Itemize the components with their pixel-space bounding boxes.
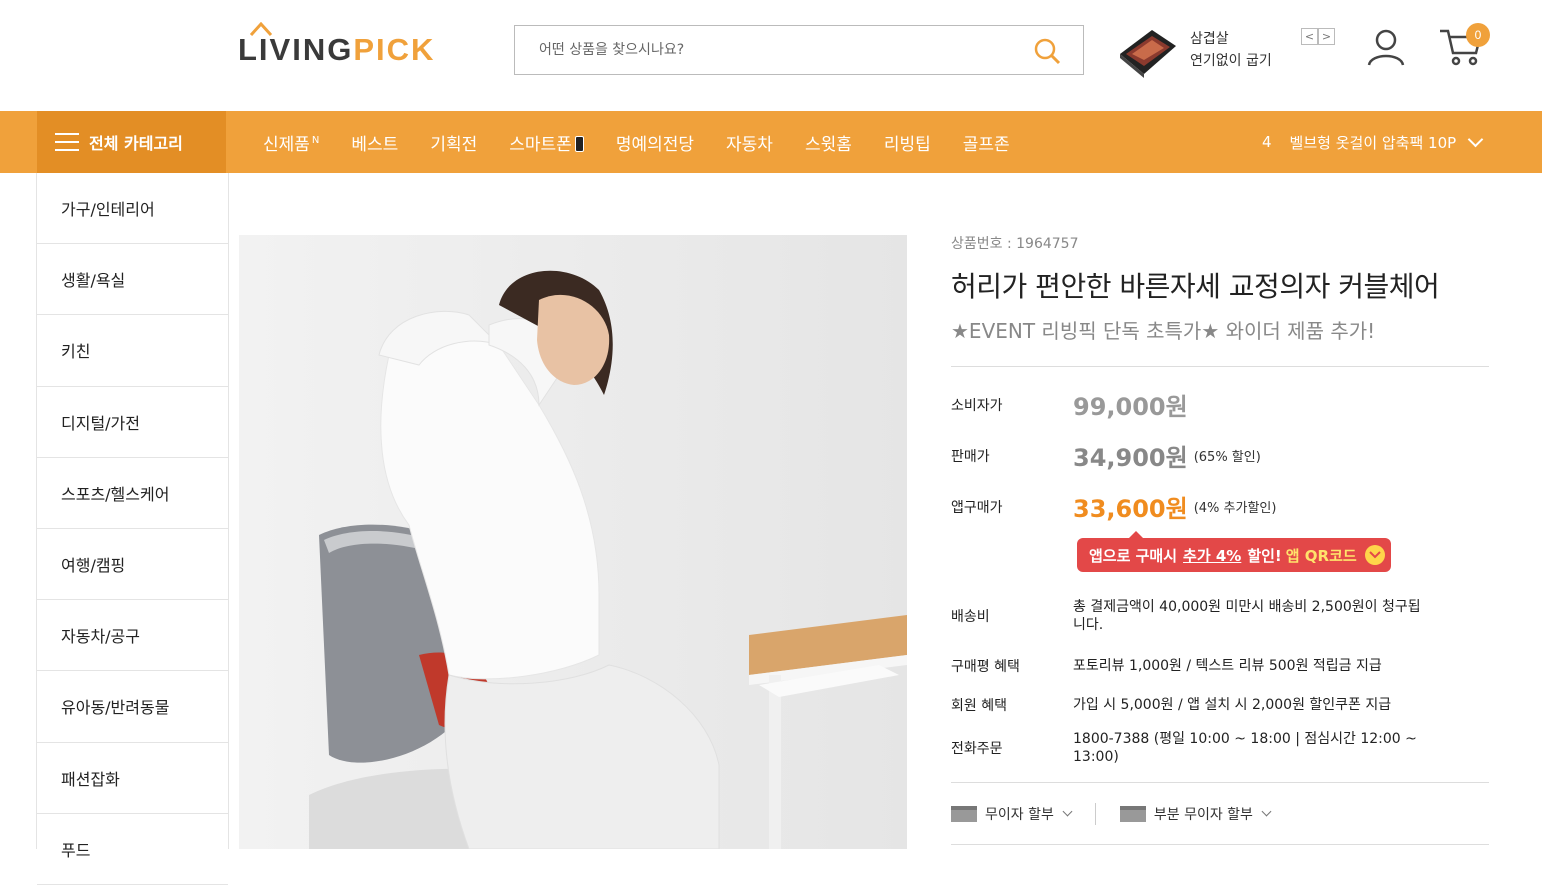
search-box	[514, 25, 1084, 75]
divider	[951, 844, 1489, 845]
chevron-down-circle-icon	[1364, 545, 1385, 565]
product-title: 허리가 편안한 바른자세 교정의자 커블체어	[951, 270, 1440, 303]
nav-item-car[interactable]: 자동차	[710, 130, 789, 155]
separator	[1094, 802, 1096, 825]
nav-item-special[interactable]: 기획전	[414, 130, 493, 155]
chevron-down-icon	[1261, 806, 1272, 817]
consumer-price-row: 소비자가 99,000원	[951, 379, 1489, 430]
roof-icon	[250, 22, 272, 36]
review-benefit-value: 포토리뷰 1,000원 / 텍스트 리뷰 500원 적립금 지급	[1073, 657, 1382, 674]
member-benefit-label: 회원 혜택	[951, 697, 1007, 714]
product-info: 상품번호 : 1964757 허리가 편안한 바른자세 교정의자 커블체어 ★E…	[951, 230, 1489, 845]
main-nav: 전체 카테고리 신제품 N 베스트 기획전 스마트폰 명예의전당 자동차 스윗홈 …	[0, 111, 1542, 173]
grill-thumbnail	[1120, 30, 1176, 78]
chevron-down-icon	[1062, 806, 1073, 817]
category-sidebar: 가구/인테리어 생활/욕실 키친 디지털/가전 스포츠/헬스케어 여행/캠핑 자…	[36, 173, 229, 885]
all-categories-button[interactable]: 전체 카테고리	[37, 111, 226, 173]
phone-icon	[574, 135, 584, 152]
sidebar-item-food[interactable]: 푸드	[37, 814, 228, 885]
logo[interactable]: LIVING PICK	[238, 22, 435, 68]
app-banner-strong: 추가 4%	[1183, 546, 1242, 565]
app-banner-prefix: 앱으로 구매시	[1089, 546, 1178, 565]
sale-discount-note: (65% 할인)	[1193, 450, 1261, 465]
nav-item-sweet-home[interactable]: 스윗홈	[789, 130, 868, 155]
app-price: 33,600원	[1073, 495, 1188, 523]
all-categories-label: 전체 카테고리	[89, 134, 183, 153]
product-subtitle: ★EVENT 리빙픽 단독 초특가★ 와이더 제품 추가!	[951, 319, 1376, 343]
product-number: 상품번호 : 1964757	[951, 236, 1079, 252]
nav-menu: 신제품 N 베스트 기획전 스마트폰 명예의전당 자동차 스윗홈 리빙팁 골프존	[247, 111, 1026, 173]
logo-text-pick: PICK	[353, 32, 436, 67]
nav-item-smartphone-label: 스마트폰	[509, 134, 572, 155]
app-price-label: 앱구매가	[951, 499, 1003, 516]
nav-item-living-tip[interactable]: 리빙팁	[868, 130, 947, 155]
sidebar-item-digital[interactable]: 디지털/가전	[37, 387, 228, 458]
sidebar-item-kids-pets[interactable]: 유아동/반려동물	[37, 671, 228, 743]
sidebar-item-kitchen[interactable]: 키친	[37, 315, 228, 387]
logo-text-living: LIVING	[238, 32, 354, 67]
nav-item-hall-of-fame[interactable]: 명예의전당	[600, 130, 710, 155]
sidebar-item-sports[interactable]: 스포츠/헬스케어	[37, 458, 228, 529]
new-badge: N	[311, 134, 320, 146]
consumer-price-label: 소비자가	[951, 397, 1003, 414]
sidebar-item-travel[interactable]: 여행/캠핑	[37, 529, 228, 601]
promo-next-button[interactable]: >	[1318, 28, 1335, 45]
nav-item-smartphone[interactable]: 스마트폰	[493, 130, 600, 155]
shipping-label: 배송비	[951, 609, 990, 625]
chevron-down-icon[interactable]	[1467, 131, 1484, 147]
card-icon	[951, 805, 977, 822]
ticker-rank: 4	[1262, 133, 1272, 151]
product-photo	[239, 235, 907, 849]
app-qr-banner[interactable]: 앱으로 구매시 추가 4% 할인! 앱 QR코드	[1077, 531, 1391, 572]
phone-order-label: 전화주문	[951, 741, 1003, 757]
promo-arrows: < >	[1301, 28, 1335, 45]
app-banner-qr: 앱 QR코드	[1285, 546, 1357, 565]
sale-price-row: 판매가 34,900원 (65% 할인)	[951, 430, 1489, 481]
review-benefit-row: 구매평 혜택 포토리뷰 1,000원 / 텍스트 리뷰 500원 적립금 지급	[951, 646, 1489, 685]
promo-line1: 삼겹살	[1190, 31, 1229, 47]
user-icon[interactable]	[1366, 27, 1406, 67]
shipping-row: 배송비 총 결제금액이 40,000원 미만시 배송비 2,500원이 청구됩니…	[951, 594, 1489, 638]
sidebar-item-living-bath[interactable]: 생활/욕실	[37, 244, 228, 316]
card-icon	[1119, 805, 1146, 822]
member-benefit-value: 가입 시 5,000원 / 앱 설치 시 2,000원 할인쿠폰 지급	[1073, 696, 1392, 713]
nav-item-best[interactable]: 베스트	[335, 130, 414, 155]
phone-order-row: 전화주문 1800-7388 (평일 10:00 ~ 18:00 | 점심시간 …	[951, 724, 1489, 772]
consumer-price: 99,000원	[1073, 393, 1188, 421]
installment-options: 무이자 할부 부분 무이자 할부	[951, 783, 1489, 844]
member-benefit-row: 회원 혜택 가입 시 5,000원 / 앱 설치 시 2,000원 할인쿠폰 지…	[951, 685, 1489, 724]
promo-prev-button[interactable]: <	[1301, 28, 1318, 45]
nav-item-new-label: 신제품	[263, 134, 310, 155]
nav-item-new[interactable]: 신제품 N	[247, 130, 335, 155]
cart-count-badge: 0	[1466, 23, 1490, 47]
hamburger-icon	[55, 133, 79, 151]
interest-free-option[interactable]: 무이자 할부	[951, 804, 1073, 824]
interest-free-label: 무이자 할부	[985, 806, 1054, 823]
search-icon[interactable]	[1033, 37, 1063, 65]
sale-price-label: 판매가	[951, 448, 990, 465]
product-image[interactable]	[239, 235, 907, 849]
sidebar-item-furniture[interactable]: 가구/인테리어	[37, 173, 228, 245]
phone-order-value: 1800-7388 (평일 10:00 ~ 18:00 | 점심시간 12:00…	[1073, 731, 1417, 765]
search-input[interactable]	[515, 26, 1015, 74]
partial-interest-free-option[interactable]: 부분 무이자 할부	[1119, 804, 1272, 824]
ranking-ticker[interactable]: 4 벨브형 옷걸이 압축팩 10P	[1262, 111, 1484, 173]
nav-item-golfzone[interactable]: 골프존	[947, 130, 1026, 155]
app-banner-suffix: 할인!	[1247, 546, 1282, 565]
partial-interest-free-label: 부분 무이자 할부	[1153, 806, 1253, 823]
review-benefit-label: 구매평 혜택	[951, 658, 1020, 675]
header: LIVINGPICK 삼겹살 연기없이 굽기 < >	[0, 0, 1542, 111]
app-price-row: 앱구매가 33,600원 (4% 추가할인)	[951, 481, 1489, 532]
promo-line2: 연기없이 굽기	[1190, 53, 1272, 69]
sidebar-item-car-tools[interactable]: 자동차/공구	[37, 600, 228, 672]
shipping-value: 총 결제금액이 40,000원 미만시 배송비 2,500원이 청구됩니다.	[1073, 599, 1421, 633]
sidebar-item-fashion[interactable]: 패션잡화	[37, 743, 228, 814]
app-discount-note: (4% 추가할인)	[1193, 501, 1277, 516]
promo-widget[interactable]: 삼겹살 연기없이 굽기 < >	[1112, 20, 1342, 82]
sale-price: 34,900원	[1073, 444, 1188, 472]
ticker-text: 벨브형 옷걸이 압축팩 10P	[1289, 133, 1457, 152]
